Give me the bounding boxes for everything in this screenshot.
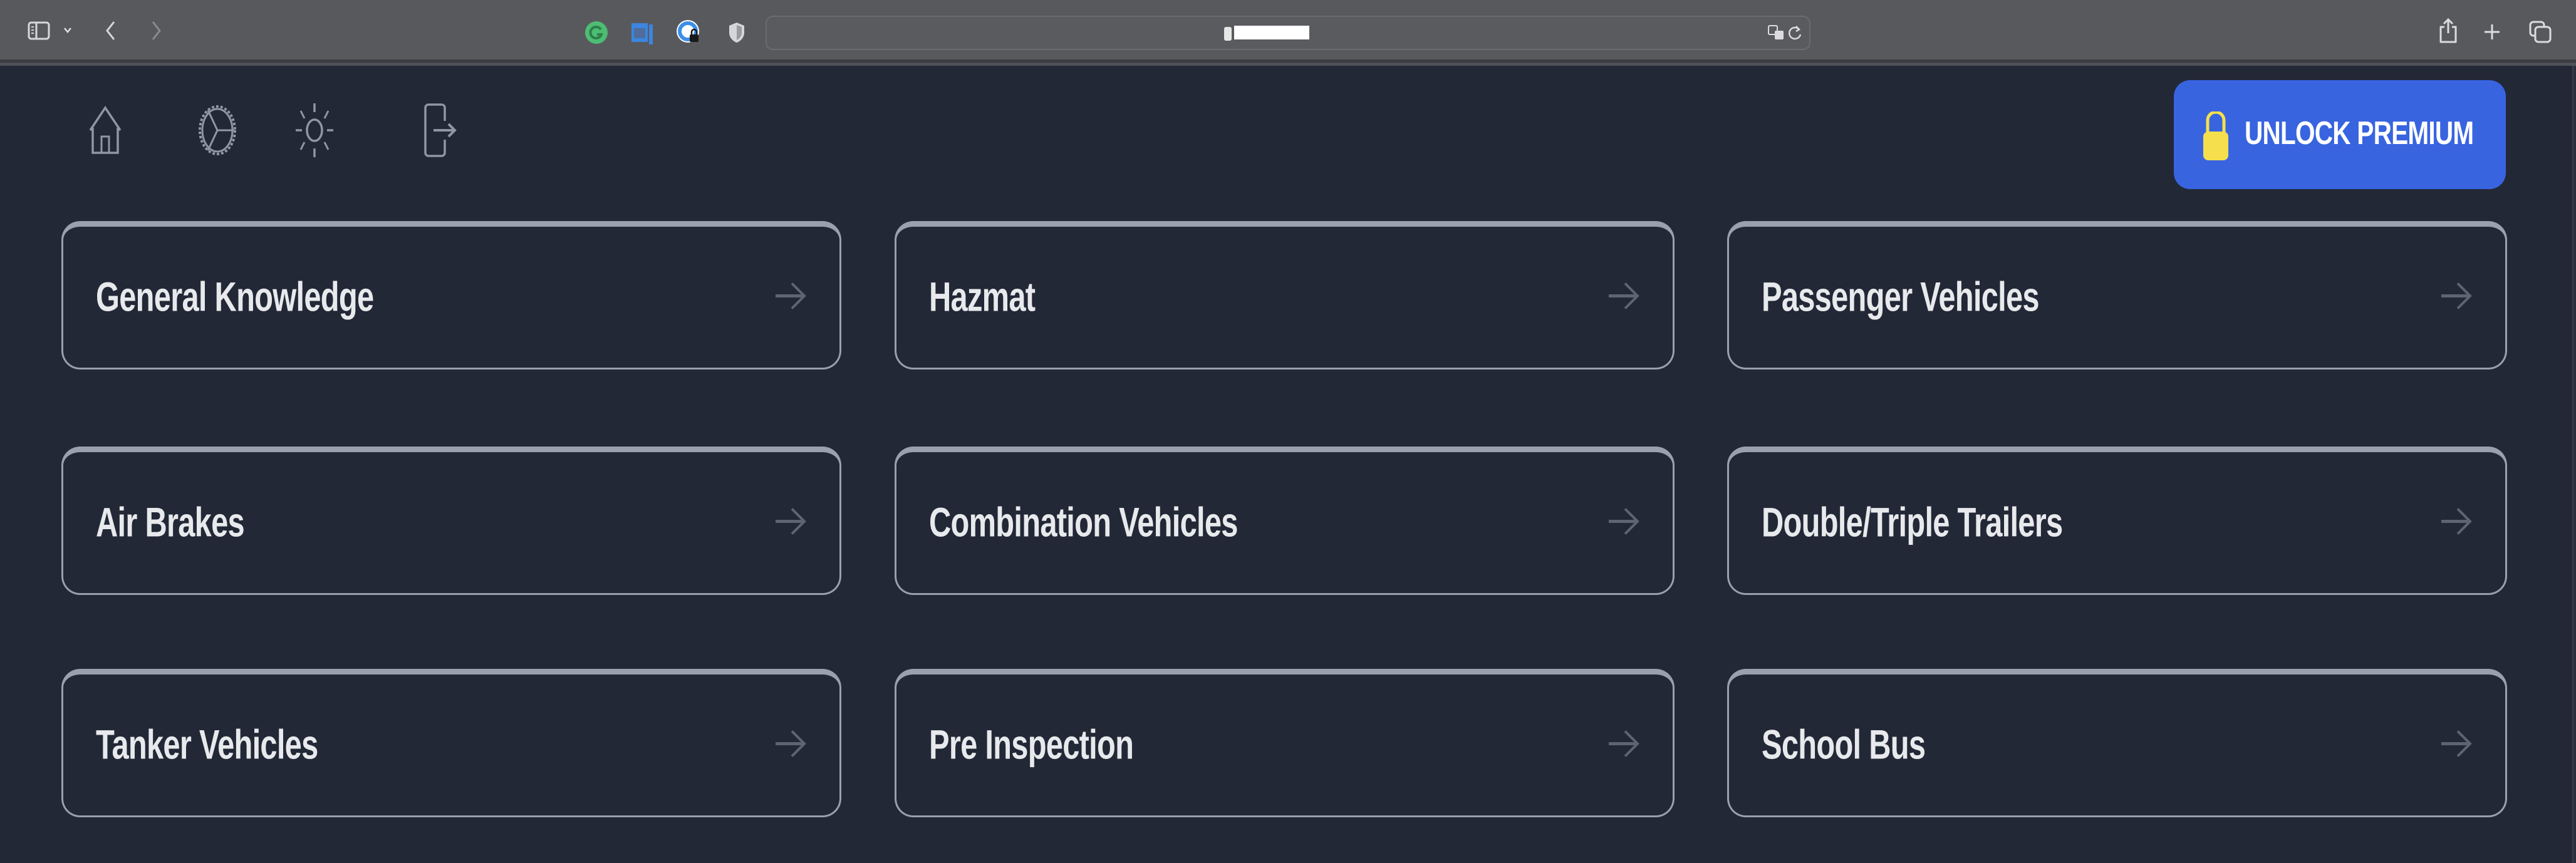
category-card-general-knowledge[interactable]: General Knowledge bbox=[61, 221, 841, 369]
card-label: School Bus bbox=[1762, 720, 1926, 767]
browser-toolbar: redacted bbox=[0, 0, 2576, 59]
toolbar-divider-light bbox=[0, 63, 2576, 66]
arrow-right-icon bbox=[1607, 727, 1640, 763]
sun-icon[interactable] bbox=[294, 103, 335, 157]
back-icon[interactable] bbox=[103, 20, 118, 41]
steering-wheel-icon[interactable] bbox=[195, 105, 239, 155]
category-card-hazmat[interactable]: Hazmat bbox=[895, 221, 1675, 369]
category-card-double-triple-trailers[interactable]: Double/Triple Trailers bbox=[1727, 447, 2507, 595]
arrow-right-icon bbox=[1607, 279, 1640, 315]
privacy-shield-icon[interactable] bbox=[727, 20, 747, 45]
url-bar[interactable]: redacted bbox=[766, 16, 1810, 50]
category-card-air-brakes[interactable]: Air Brakes bbox=[61, 447, 841, 595]
chevron-down-icon[interactable] bbox=[63, 25, 73, 35]
reload-icon[interactable] bbox=[1788, 24, 1803, 45]
category-card-pre-inspection[interactable]: Pre Inspection bbox=[895, 669, 1675, 817]
share-icon[interactable] bbox=[2437, 18, 2459, 44]
card-label: Pre Inspection bbox=[929, 720, 1134, 767]
arrow-right-icon bbox=[774, 727, 807, 763]
card-label: Air Brakes bbox=[96, 498, 245, 545]
logout-icon[interactable] bbox=[421, 103, 459, 157]
sidebar-toggle-icon[interactable] bbox=[26, 21, 51, 40]
category-card-combination-vehicles[interactable]: Combination Vehicles bbox=[895, 447, 1675, 595]
arrow-right-icon bbox=[2440, 279, 2473, 315]
arrow-right-icon bbox=[2440, 727, 2473, 763]
card-label: Passenger Vehicles bbox=[1762, 272, 2040, 319]
lock-icon bbox=[1224, 27, 1232, 41]
password-manager-icon[interactable] bbox=[675, 19, 702, 45]
category-card-passenger-vehicles[interactable]: Passenger Vehicles bbox=[1727, 221, 2507, 369]
unlock-premium-button[interactable]: UNLOCK PREMIUM bbox=[2174, 80, 2506, 189]
new-tab-icon[interactable] bbox=[2483, 23, 2501, 41]
translate-icon[interactable] bbox=[1768, 24, 1787, 45]
arrow-right-icon bbox=[2440, 505, 2473, 540]
grammarly-icon[interactable] bbox=[584, 20, 609, 45]
forward-icon[interactable] bbox=[149, 20, 164, 41]
card-label: Combination Vehicles bbox=[929, 498, 1238, 545]
lock-icon bbox=[2201, 110, 2230, 163]
url-text[interactable]: redacted bbox=[1234, 26, 1309, 39]
unlock-premium-label: UNLOCK PREMIUM bbox=[2245, 115, 2474, 152]
tab-overview-icon[interactable] bbox=[2528, 20, 2552, 44]
card-label: Tanker Vehicles bbox=[96, 720, 318, 767]
card-label: Hazmat bbox=[929, 272, 1036, 319]
reader-extension-icon[interactable] bbox=[630, 20, 655, 45]
arrow-right-icon bbox=[774, 279, 807, 315]
scrollbar[interactable] bbox=[2572, 66, 2576, 863]
category-card-school-bus[interactable]: School Bus bbox=[1727, 669, 2507, 817]
arrow-right-icon bbox=[1607, 505, 1640, 540]
card-label: Double/Triple Trailers bbox=[1762, 498, 2063, 545]
category-card-tanker-vehicles[interactable]: Tanker Vehicles bbox=[61, 669, 841, 817]
arrow-right-icon bbox=[774, 505, 807, 540]
card-label: General Knowledge bbox=[96, 272, 374, 319]
home-icon[interactable] bbox=[86, 105, 124, 155]
